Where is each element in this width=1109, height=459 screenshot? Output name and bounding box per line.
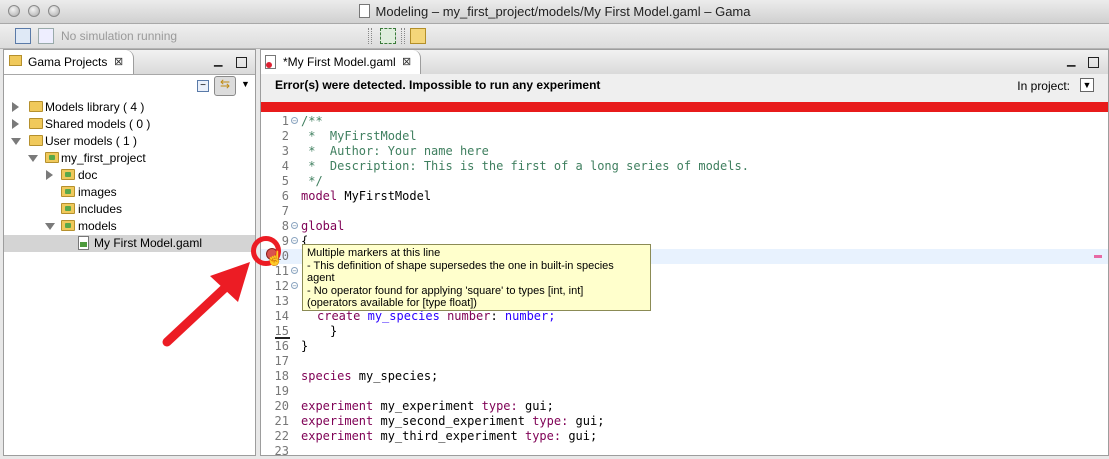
annotation-arrow-icon [162,262,250,347]
hand-cursor-icon: ☝ [266,250,284,266]
